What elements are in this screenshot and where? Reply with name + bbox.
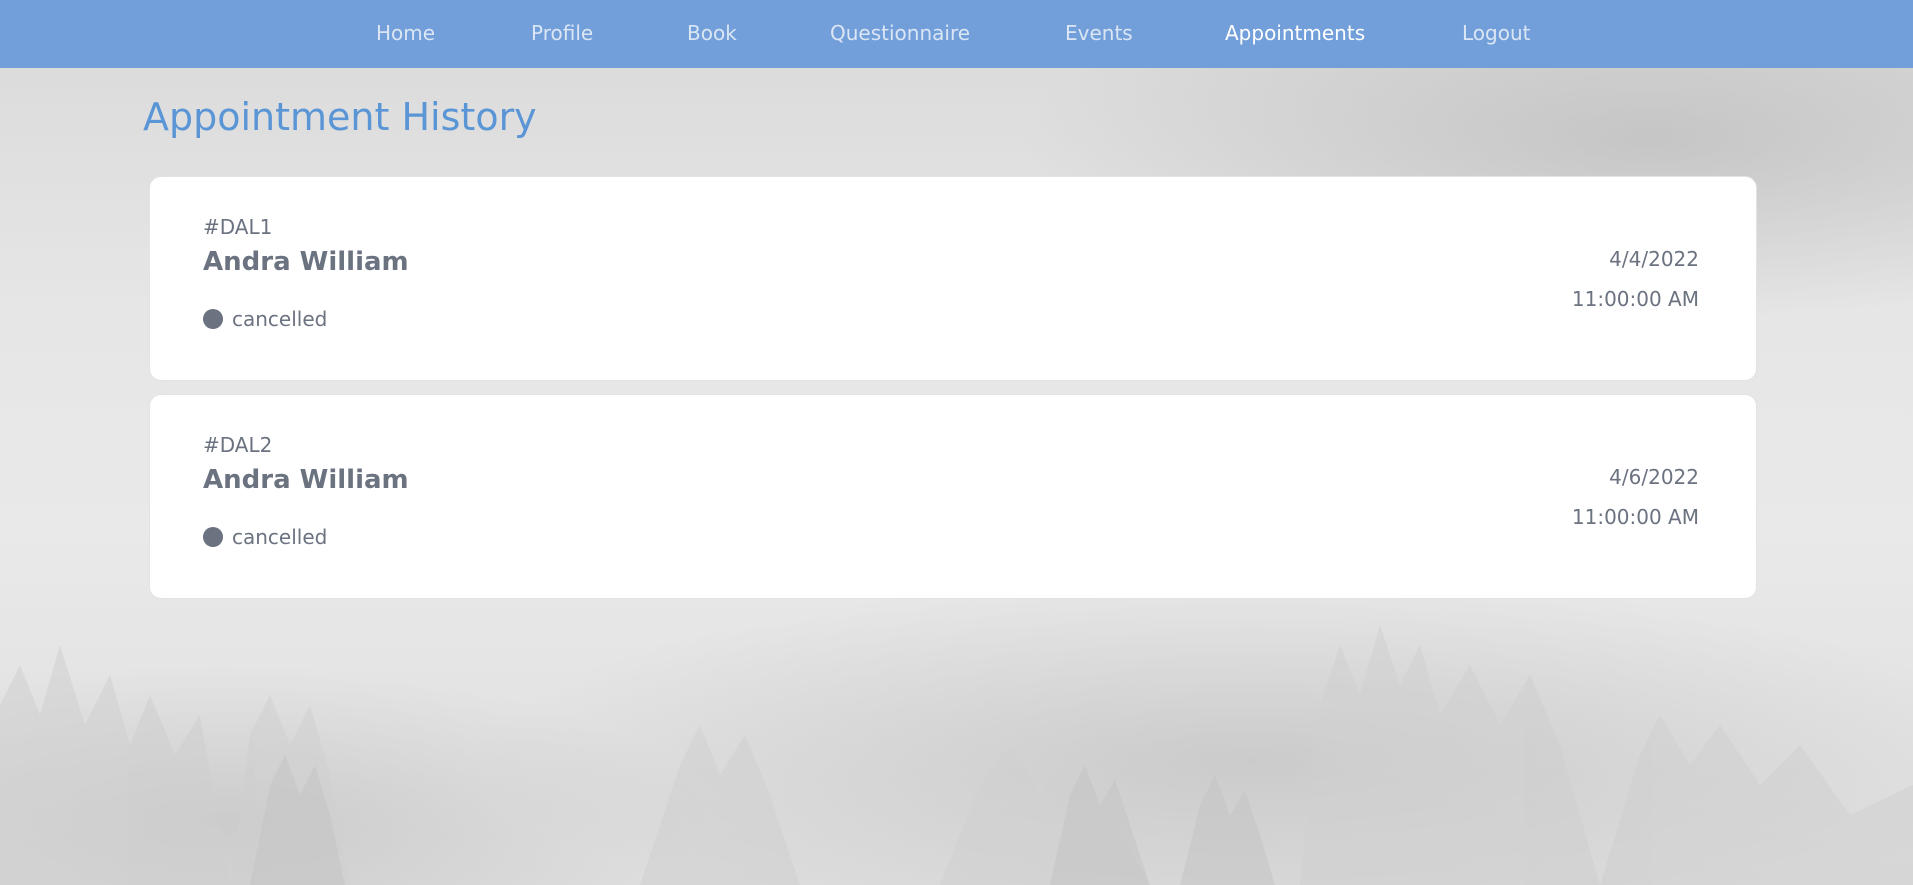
- appointment-id: #DAL1: [203, 215, 273, 239]
- appointment-card[interactable]: #DAL1 Andra William cancelled 4/4/2022 1…: [149, 176, 1757, 381]
- nav-item-events[interactable]: Events: [1065, 21, 1133, 45]
- nav-item-appointments[interactable]: Appointments: [1225, 21, 1365, 45]
- appointment-time: 11:00:00 AM: [1571, 505, 1699, 529]
- appointment-name: Andra William: [203, 247, 409, 277]
- appointment-date: 4/4/2022: [1609, 247, 1699, 271]
- nav-item-book[interactable]: Book: [687, 21, 737, 45]
- nav-item-questionnaire[interactable]: Questionnaire: [830, 21, 970, 45]
- page-title: Appointment History: [143, 95, 537, 139]
- appointment-date: 4/6/2022: [1609, 465, 1699, 489]
- appointment-id: #DAL2: [203, 433, 273, 457]
- status-badge: cancelled: [203, 307, 327, 331]
- nav-item-home[interactable]: Home: [376, 21, 435, 45]
- status-text: cancelled: [232, 525, 328, 549]
- nav-list: Home Profile Book Questionnaire Events A…: [0, 0, 1913, 68]
- nav-item-logout[interactable]: Logout: [1462, 21, 1530, 45]
- appointment-card[interactable]: #DAL2 Andra William cancelled 4/6/2022 1…: [149, 394, 1757, 599]
- background-forest: [0, 585, 1913, 885]
- status-dot-icon: [203, 527, 223, 547]
- status-badge: cancelled: [203, 525, 327, 549]
- appointment-name: Andra William: [203, 465, 409, 495]
- status-text: cancelled: [232, 307, 328, 331]
- status-dot-icon: [203, 309, 223, 329]
- nav-item-profile[interactable]: Profile: [531, 21, 593, 45]
- appointment-time: 11:00:00 AM: [1571, 287, 1699, 311]
- top-navbar: Home Profile Book Questionnaire Events A…: [0, 0, 1913, 68]
